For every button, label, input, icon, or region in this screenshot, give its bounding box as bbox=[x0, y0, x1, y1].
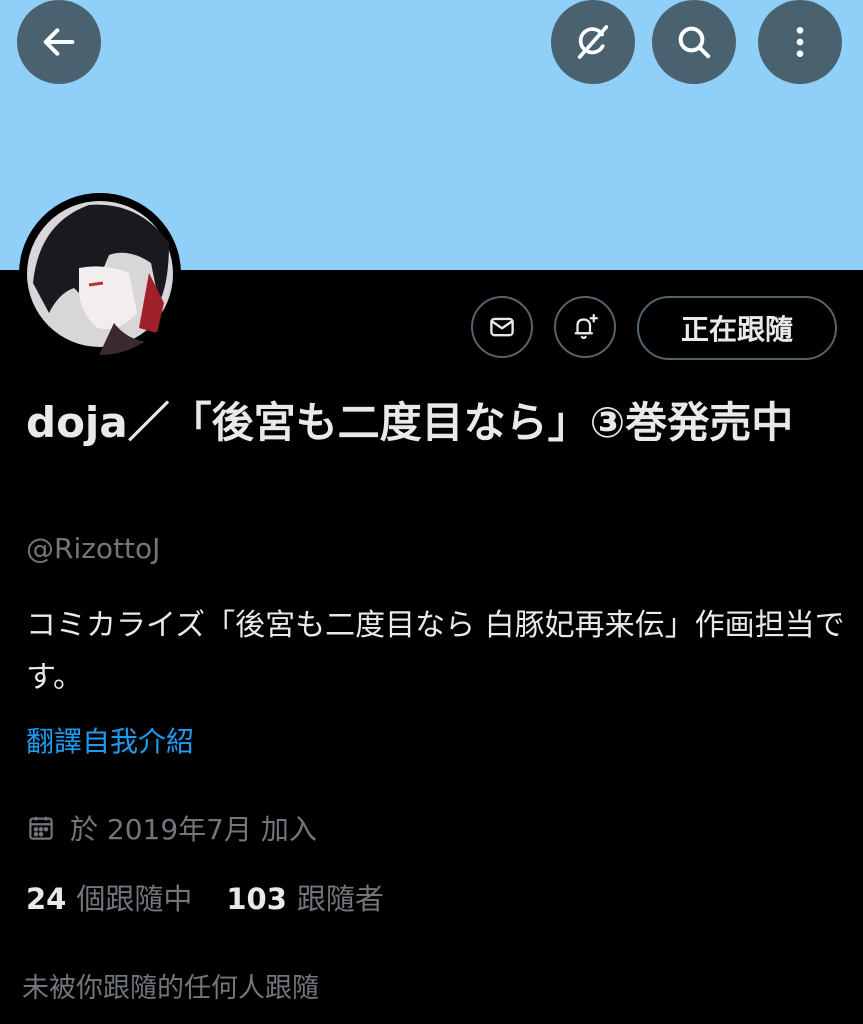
display-name: doja／「後宮も二度目なら」③巻発売中 bbox=[26, 398, 794, 447]
back-button[interactable] bbox=[17, 0, 101, 84]
grok-button[interactable] bbox=[551, 0, 635, 84]
avatar-image bbox=[19, 193, 181, 355]
followers-count: 103 bbox=[226, 882, 287, 916]
joined-date: 於 2019年7月 加入 bbox=[26, 808, 317, 848]
following-button[interactable]: 正在跟隨 bbox=[637, 296, 837, 360]
search-icon bbox=[678, 26, 711, 59]
more-button[interactable] bbox=[758, 0, 842, 84]
mutual-followers-text[interactable]: 未被你跟隨的任何人跟隨 bbox=[22, 966, 319, 1005]
bell-plus-icon bbox=[574, 314, 598, 340]
following-count: 24 bbox=[26, 882, 67, 916]
message-button[interactable] bbox=[471, 296, 533, 358]
followers-stat[interactable]: 103 跟隨者 bbox=[226, 876, 384, 918]
following-label: 個跟隨中 bbox=[76, 882, 193, 916]
translate-bio-link[interactable]: 翻譯自我介紹 bbox=[26, 720, 194, 760]
mail-icon bbox=[490, 317, 514, 337]
profile-handle: @RizottoJ bbox=[26, 532, 161, 565]
grok-icon bbox=[577, 25, 609, 59]
calendar-icon bbox=[29, 816, 53, 840]
following-stat[interactable]: 24 個跟隨中 bbox=[26, 876, 192, 918]
profile-bio: コミカライズ「後宮も二度目なら 白豚妃再来伝」作画担当です。 bbox=[26, 608, 845, 695]
more-vertical-icon bbox=[796, 27, 804, 57]
arrow-left-icon bbox=[43, 28, 75, 56]
joined-text: 於 2019年7月 加入 bbox=[70, 813, 317, 846]
notifications-button[interactable] bbox=[554, 296, 616, 358]
follow-stats: 24 個跟隨中 103 跟隨者 bbox=[26, 876, 418, 918]
avatar[interactable] bbox=[19, 193, 181, 355]
search-button[interactable] bbox=[652, 0, 736, 84]
followers-label: 跟隨者 bbox=[296, 882, 384, 916]
